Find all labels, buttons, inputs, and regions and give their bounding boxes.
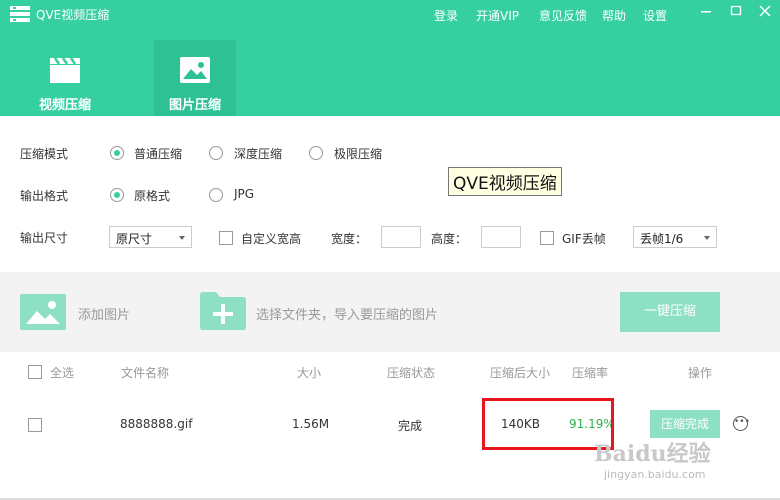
one-click-compress-button[interactable]: 一键压缩 — [620, 292, 720, 332]
app-logo-icon — [10, 6, 30, 22]
height-label: 高度： — [431, 232, 468, 246]
gif-drop-value: 丢帧1/6 — [640, 232, 684, 246]
close-icon[interactable] — [757, 4, 773, 18]
minimize-icon[interactable] — [698, 4, 714, 18]
compress-mode-label: 压缩模式 — [20, 147, 69, 161]
choose-folder-button[interactable]: 选择文件夹，导入要压缩的图片 — [200, 292, 470, 332]
feedback-link[interactable]: 意见反馈 — [539, 7, 587, 24]
radio-original-format-label[interactable]: 原格式 — [134, 187, 170, 204]
custom-wh-checkbox[interactable] — [219, 231, 233, 245]
app-title: QVE视频压缩 — [36, 8, 110, 22]
width-label: 宽度： — [331, 232, 368, 246]
output-size-label: 输出尺寸 — [20, 231, 69, 245]
row-file-name: 8888888.gif — [120, 417, 193, 431]
maximize-icon[interactable] — [728, 4, 744, 18]
th-after-size: 压缩后大小 — [490, 366, 551, 380]
baidu-watermark: Baidu经验 — [594, 441, 711, 467]
th-status: 压缩状态 — [387, 366, 436, 380]
select-all-checkbox[interactable] — [28, 365, 42, 379]
radio-deep[interactable] — [209, 146, 223, 160]
row-checkbox[interactable] — [28, 418, 42, 432]
radio-normal[interactable] — [110, 146, 124, 160]
output-size-value: 原尺寸 — [116, 232, 153, 246]
chevron-down-icon — [179, 236, 185, 240]
custom-wh-label: 自定义宽高 — [241, 232, 302, 246]
gif-drop-select[interactable]: 丢帧1/6 — [633, 226, 717, 248]
login-link[interactable]: 登录 — [434, 7, 458, 24]
width-input[interactable] — [381, 226, 421, 248]
th-action: 操作 — [688, 366, 713, 380]
tab-image-compress[interactable]: 图片压缩 — [154, 40, 236, 116]
th-select-all: 全选 — [50, 366, 75, 380]
th-rate: 压缩率 — [572, 366, 609, 380]
th-file-name: 文件名称 — [121, 366, 170, 380]
output-size-select[interactable]: 原尺寸 — [109, 226, 192, 248]
gif-drop-label: GIF丢帧 — [562, 232, 606, 246]
baidu-watermark-url: jingyan.baidu.com — [604, 468, 706, 481]
title-bar: QVE视频压缩 登录 开通VIP 意见反馈 帮助 设置 视频压缩 图片压缩 — [0, 0, 780, 116]
row-status: 完成 — [398, 419, 423, 433]
vip-link[interactable]: 开通VIP — [476, 7, 519, 24]
tab-image-label: 图片压缩 — [168, 98, 221, 113]
height-input[interactable] — [481, 226, 521, 248]
choose-folder-label: 选择文件夹，导入要压缩的图片 — [256, 308, 439, 323]
add-image-button[interactable]: 添加图片 — [20, 292, 140, 332]
radio-jpg-label[interactable]: JPG — [234, 187, 254, 201]
tab-video-label: 视频压缩 — [38, 98, 91, 113]
compress-done-button[interactable]: 压缩完成 — [650, 410, 720, 438]
image-icon — [180, 57, 210, 83]
tooltip: QVE视频压缩 — [448, 167, 562, 196]
radio-original-format[interactable] — [110, 188, 124, 202]
radio-deep-label[interactable]: 深度压缩 — [234, 145, 282, 162]
radio-extreme-label[interactable]: 极限压缩 — [334, 145, 382, 162]
help-link[interactable]: 帮助 — [602, 7, 626, 24]
settings-link[interactable]: 设置 — [643, 7, 667, 24]
gif-drop-checkbox[interactable] — [540, 231, 554, 245]
radio-extreme[interactable] — [309, 146, 323, 160]
radio-jpg[interactable] — [209, 188, 223, 202]
row-size: 1.56M — [292, 417, 330, 431]
folder-add-icon — [200, 292, 246, 330]
add-image-label: 添加图片 — [78, 308, 131, 323]
tab-video-compress[interactable]: 视频压缩 — [24, 40, 106, 116]
clapperboard-icon — [50, 57, 80, 83]
output-format-label: 输出格式 — [20, 189, 69, 203]
image-icon — [20, 294, 66, 330]
chevron-down-icon — [704, 236, 710, 240]
action-toolbar: 添加图片 选择文件夹，导入要压缩的图片 一键压缩 — [0, 272, 780, 352]
radio-normal-label[interactable]: 普通压缩 — [134, 145, 182, 162]
th-size: 大小 — [297, 366, 322, 380]
more-options-icon[interactable]: ••• — [733, 416, 750, 431]
